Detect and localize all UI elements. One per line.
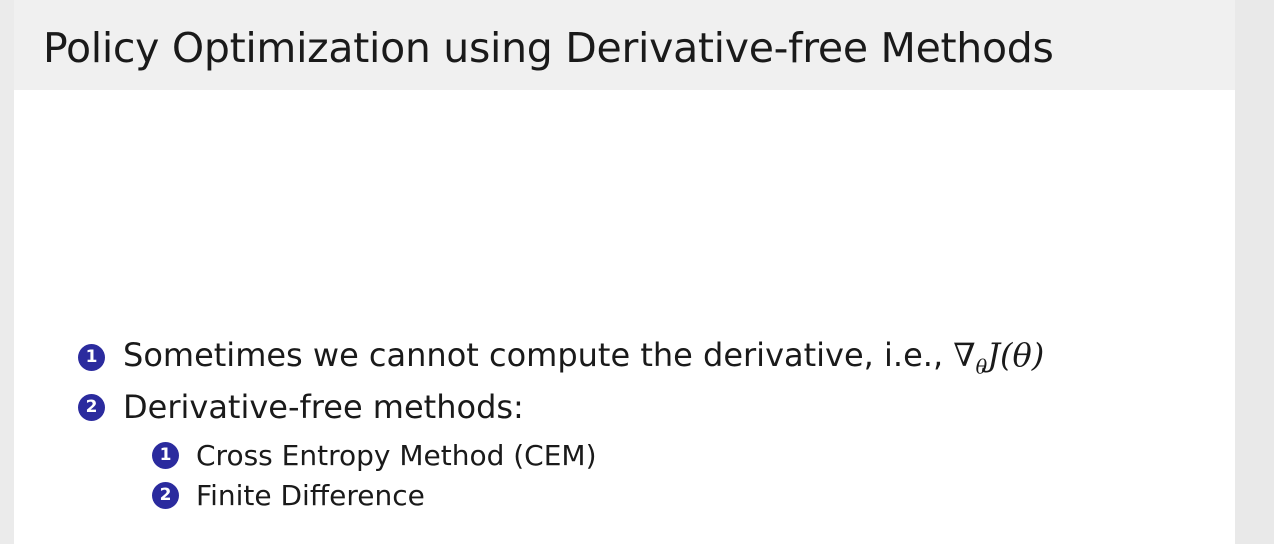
math-expression: ∇θJ(θ) [953, 335, 1045, 379]
slide-body: 1 Sometimes we cannot compute the deriva… [14, 90, 1235, 544]
item-text: Derivative-free methods: [123, 388, 524, 426]
item-number-badge: 2 [78, 393, 105, 421]
window-edge [1235, 0, 1274, 544]
list-item: 1 Sometimes we cannot compute the deriva… [78, 335, 1044, 379]
item-number-badge: 1 [152, 441, 179, 469]
item-number-badge: 2 [152, 481, 179, 509]
sub-list-item: 1 Cross Entropy Method (CEM) [152, 436, 597, 474]
slide-title: Policy Optimization using Derivative-fre… [43, 24, 1054, 72]
item-text: Finite Difference [196, 478, 425, 512]
list-item: 2 Derivative-free methods: [78, 385, 524, 429]
item-text: Sometimes we cannot compute the derivati… [123, 335, 1045, 379]
item-text: Cross Entropy Method (CEM) [196, 438, 597, 472]
item-number-badge: 1 [78, 343, 105, 371]
slide-header: Policy Optimization using Derivative-fre… [14, 0, 1235, 90]
sub-list-item: 2 Finite Difference [152, 476, 425, 514]
